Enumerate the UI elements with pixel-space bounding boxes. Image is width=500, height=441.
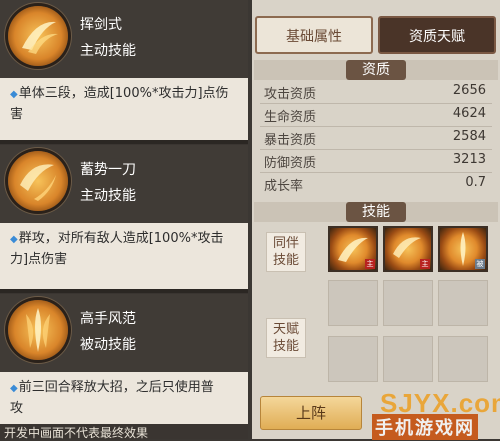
tab-basic-attributes[interactable]: 基础属性 (255, 16, 373, 54)
skills-section-header: 技能 (254, 202, 498, 222)
skill-type-badge: 被 (475, 259, 485, 269)
divider (0, 140, 248, 144)
stat-value: 4624 (452, 106, 486, 121)
watermark-text: 手机游戏网 (372, 414, 478, 440)
diamond-bullet-icon: ◆ (10, 89, 18, 100)
companion-skill-slot[interactable]: 被 (438, 226, 488, 272)
sword-slash-skill-icon (8, 6, 68, 66)
skill-name: 蓄势一刀 (80, 162, 136, 178)
site-watermark: SJYX.com 手机游戏网 (372, 388, 500, 440)
skill-desc-line: 攻 (10, 401, 24, 416)
skill-card-header: 挥剑式 主动技能 (0, 0, 248, 78)
stat-label: 攻击资质 (264, 87, 317, 102)
skill-card[interactable]: 蓄势一刀 主动技能 ◆群攻，对所有敌人造成[100%*攻击 力]点伤害 (0, 145, 248, 289)
stat-row: 生命资质 4624 (262, 103, 490, 126)
skill-type: 主动技能 (80, 188, 136, 204)
stat-value: 0.7 (465, 175, 486, 190)
label-line: 技能 (272, 253, 299, 268)
skill-card-header: 蓄势一刀 主动技能 (0, 145, 248, 223)
stat-label: 防御资质 (264, 156, 317, 171)
diamond-bullet-icon: ◆ (10, 383, 18, 394)
skill-description: ◆群攻，对所有敌人造成[100%*攻击 力]点伤害 (0, 223, 248, 289)
skill-card[interactable]: 高手风范 被动技能 ◆前三回合释放大招，之后只使用普 攻 (0, 294, 248, 424)
companion-skills-label: 同伴 技能 (266, 232, 306, 272)
charged-slash-skill-icon (8, 151, 68, 211)
skill-desc-line: 前三回合释放大招，之后只使用普 (18, 380, 214, 395)
skill-description: ◆单体三段，造成[100%*攻击力]点伤 害 (0, 78, 248, 140)
skill-desc-line: 群攻，对所有敌人造成[100%*攻击 (18, 231, 224, 246)
skill-type-badge: 主 (420, 259, 430, 269)
companion-skill-slot[interactable]: 主 (383, 226, 433, 272)
skill-name: 高手风范 (80, 311, 136, 327)
skill-type: 主动技能 (80, 43, 136, 59)
disclaimer-note: 开发中画面不代表最终效果 (4, 426, 149, 440)
empty-skill-slot[interactable] (383, 336, 433, 382)
skill-card[interactable]: 挥剑式 主动技能 ◆单体三段，造成[100%*攻击力]点伤 害 (0, 0, 248, 140)
stat-row: 攻击资质 2656 (262, 80, 490, 103)
skill-desc-line: 害 (10, 107, 24, 122)
skill-description: ◆前三回合释放大招，之后只使用普 攻 (0, 372, 248, 424)
empty-skill-slot[interactable] (383, 280, 433, 326)
talent-skills-label: 天赋 技能 (266, 318, 306, 358)
skill-type-badge: 主 (365, 259, 375, 269)
skill-type: 被动技能 (80, 337, 136, 353)
label-line: 天赋 (272, 322, 299, 337)
empty-skill-slot[interactable] (328, 280, 378, 326)
skill-desc-line: 单体三段，造成[100%*攻击力]点伤 (18, 86, 229, 101)
label-line: 技能 (272, 339, 299, 354)
empty-skill-slot[interactable] (328, 336, 378, 382)
aptitude-section-header: 资质 (254, 60, 498, 80)
skill-list-panel: 挥剑式 主动技能 ◆单体三段，造成[100%*攻击力]点伤 害 蓄势一刀 主动技… (0, 0, 248, 440)
stat-row: 成长率 0.7 (262, 172, 490, 195)
empty-skill-slot[interactable] (438, 280, 488, 326)
stat-row: 暴击资质 2584 (262, 126, 490, 149)
stat-row: 防御资质 3213 (262, 149, 490, 172)
tab-aptitude-talent[interactable]: 资质天赋 (378, 16, 496, 54)
divider (0, 289, 248, 293)
label-line: 同伴 (272, 236, 299, 251)
diamond-bullet-icon: ◆ (10, 234, 18, 245)
skill-card-header: 高手风范 被动技能 (0, 294, 248, 372)
stat-value: 3213 (452, 152, 486, 167)
master-style-skill-icon (8, 300, 68, 360)
companion-skill-slot[interactable]: 主 (328, 226, 378, 272)
stat-value: 2584 (452, 129, 486, 144)
skill-desc-line: 力]点伤害 (10, 252, 68, 267)
stat-value: 2656 (452, 83, 486, 98)
empty-skill-slot[interactable] (438, 336, 488, 382)
stat-label: 成长率 (264, 179, 304, 194)
section-title: 技能 (346, 202, 406, 222)
stat-label: 生命资质 (264, 110, 317, 125)
deploy-button[interactable]: 上阵 (260, 396, 362, 430)
section-title: 资质 (346, 60, 406, 80)
stat-label: 暴击资质 (264, 133, 317, 148)
attribute-panel: 基础属性 资质天赋 资质 攻击资质 2656 生命资质 4624 暴击资质 25… (252, 0, 500, 440)
skill-name: 挥剑式 (80, 17, 122, 33)
